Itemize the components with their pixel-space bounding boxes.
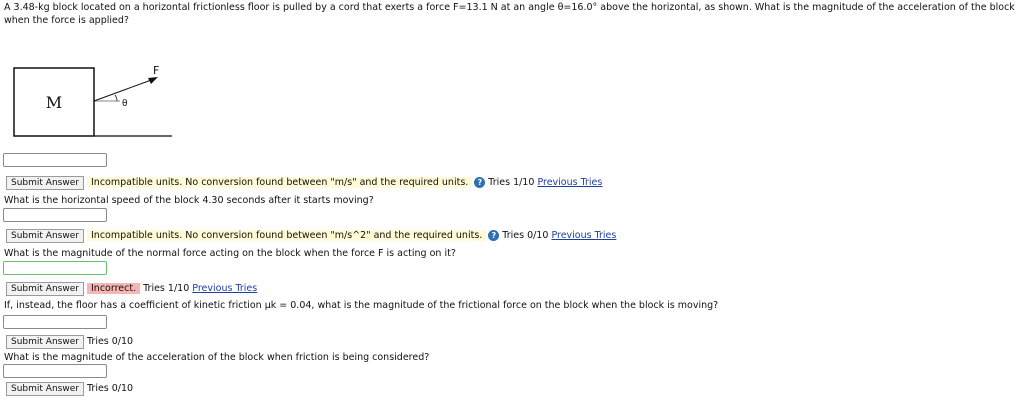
feedback-row-3: Incorrect. Tries 1/10 Previous Tries [87, 282, 257, 296]
problem-statement: A 3.48-kg block located on a horizontal … [4, 2, 1015, 26]
submit-button-5[interactable]: Submit Answer [6, 382, 84, 396]
tries-count-4: Tries 0/10 [87, 336, 134, 347]
angle-label: θ [122, 99, 128, 109]
submit-button-3[interactable]: Submit Answer [6, 282, 84, 296]
angle-arc [114, 94, 118, 102]
question-4: If, instead, the floor has a coefficient… [4, 300, 719, 311]
answer-input-1[interactable] [3, 153, 107, 167]
question-5: What is the magnitude of the acceleratio… [4, 352, 430, 363]
question-3: What is the magnitude of the normal forc… [4, 248, 456, 259]
force-label: F [153, 64, 159, 77]
feedback-row-1: Incompatible units. No conversion found … [87, 176, 602, 190]
feedback-row-2: Incompatible units. No conversion found … [87, 229, 616, 243]
question-2: What is the horizontal speed of the bloc… [4, 195, 374, 206]
force-cord [93, 78, 155, 102]
previous-tries-link-2[interactable]: Previous Tries [551, 230, 616, 241]
tries-count-1: Tries 1/10 [488, 177, 535, 188]
block-diagram: M F θ [13, 64, 172, 137]
block-label: M [46, 93, 62, 112]
force-arrowhead [148, 77, 158, 84]
answer-input-3[interactable] [3, 261, 107, 275]
help-icon[interactable]: ? [488, 230, 500, 241]
answer-input-5[interactable] [3, 364, 107, 378]
feedback-message-1: Incompatible units. No conversion found … [87, 177, 473, 188]
tries-count-2: Tries 0/10 [502, 230, 549, 241]
feedback-message-2: Incompatible units. No conversion found … [87, 230, 487, 241]
help-icon[interactable]: ? [474, 177, 486, 188]
tries-count-3: Tries 1/10 [143, 283, 190, 294]
previous-tries-link-3[interactable]: Previous Tries [192, 283, 257, 294]
submit-button-1[interactable]: Submit Answer [6, 176, 84, 190]
answer-input-4[interactable] [3, 315, 107, 329]
answer-input-2[interactable] [3, 208, 107, 222]
feedback-message-3: Incorrect. [87, 283, 141, 294]
submit-button-2[interactable]: Submit Answer [6, 229, 84, 243]
previous-tries-link-1[interactable]: Previous Tries [537, 177, 602, 188]
tries-count-5: Tries 0/10 [87, 383, 134, 394]
submit-button-4[interactable]: Submit Answer [6, 335, 84, 349]
